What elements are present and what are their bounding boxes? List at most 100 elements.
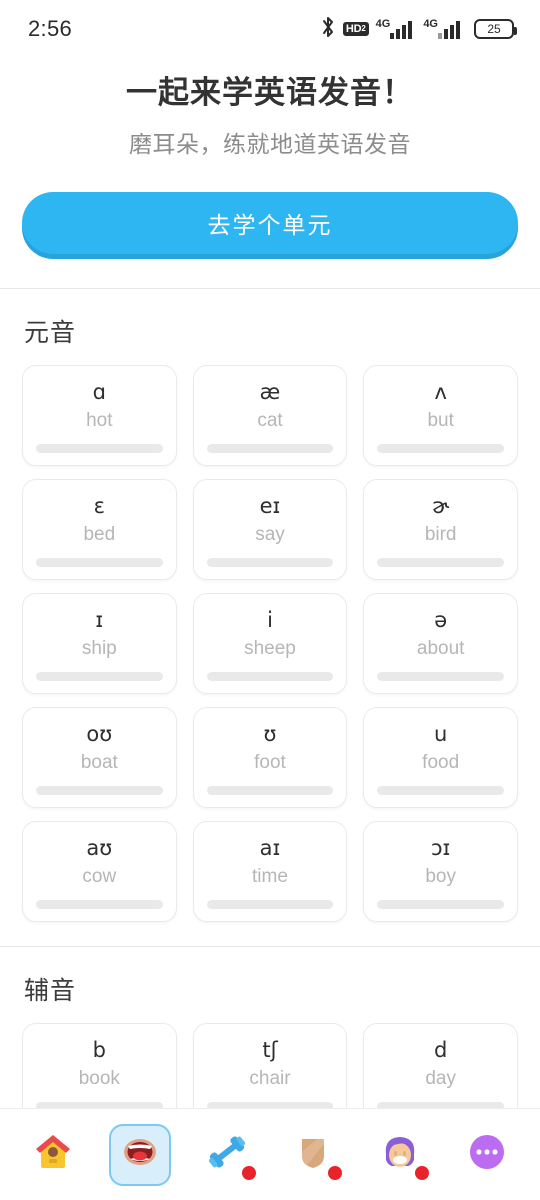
bottom-navigation (0, 1108, 540, 1200)
bluetooth-icon (320, 16, 336, 43)
phoneme-progress-bar (206, 900, 334, 909)
nav-phonics[interactable] (108, 1123, 171, 1186)
phoneme-progress-bar (206, 1102, 334, 1108)
phoneme-example-word: but (427, 410, 454, 431)
phoneme-progress-bar (206, 672, 334, 681)
phoneme-example-word: cow (82, 866, 117, 887)
battery-icon: 25 (474, 19, 517, 39)
phoneme-progress-bar (377, 900, 504, 909)
phoneme-card[interactable]: ə about (363, 593, 518, 694)
phoneme-card[interactable]: tʃ chair (192, 1023, 348, 1108)
phoneme-card[interactable]: ʊ foot (192, 707, 348, 808)
phoneme-example-word: book (78, 1068, 120, 1089)
phoneme-card[interactable]: i sheep (192, 593, 348, 694)
phoneme-example-word: time (252, 866, 288, 887)
consonants-grid: b book tʃ chair d day (22, 1023, 518, 1108)
signal-icon-2: 4G (423, 19, 464, 39)
phoneme-card[interactable]: ɔɪ boy (363, 821, 518, 922)
page-title: 一起来学英语发音！ (126, 75, 414, 110)
content-scroll-area[interactable]: 一起来学英语发音！ 磨耳朵，练就地道英语发音 去学个单元 元音 ɑ hot æ cat… (0, 58, 540, 1108)
phoneme-example-word: foot (254, 752, 286, 773)
phoneme-example-word: about (416, 638, 465, 659)
phoneme-symbol: ʊ (263, 722, 277, 746)
nav-practice[interactable] (196, 1124, 258, 1186)
phoneme-example-word: hot (86, 410, 113, 431)
status-bar: 2:56 HD 2 4G 4G 25 (0, 0, 540, 58)
vowels-grid: ɑ hot æ cat ʌ but ɛ bed eɪ say ɚ bird ɪ ship i sheep ə ab… (22, 365, 518, 922)
start-unit-button[interactable]: 去学个单元 (22, 192, 518, 254)
phoneme-progress-bar (377, 672, 504, 681)
avatar-icon (380, 1132, 420, 1177)
phoneme-progress-bar (206, 444, 334, 453)
more-dots-icon (467, 1132, 507, 1177)
nav-library[interactable] (282, 1124, 344, 1186)
signal-icon-1: 4G (376, 19, 417, 39)
nav-profile[interactable] (369, 1124, 431, 1186)
phoneme-example-word: boat (80, 752, 118, 773)
phoneme-symbol: u (434, 722, 448, 746)
phoneme-example-word: day (425, 1068, 456, 1089)
phoneme-card[interactable]: d day (363, 1023, 518, 1108)
phoneme-progress-bar (36, 786, 163, 795)
phoneme-card[interactable]: b book (22, 1023, 177, 1108)
phoneme-symbol: ʌ (434, 380, 447, 404)
phoneme-card[interactable]: aɪ time (192, 821, 348, 922)
phoneme-symbol: i (267, 608, 273, 632)
phoneme-progress-bar (377, 786, 504, 795)
phoneme-symbol: ə (434, 608, 448, 632)
phoneme-progress-bar (377, 444, 504, 453)
cta-wrapper: 去学个单元 (0, 160, 540, 254)
nav-more[interactable] (456, 1124, 518, 1186)
phoneme-symbol: tʃ (262, 1038, 278, 1062)
phoneme-card[interactable]: ɚ bird (363, 479, 518, 580)
page-subtitle: 磨耳朵，练就地道英语发音 (129, 131, 411, 157)
notification-badge (414, 1165, 429, 1180)
phoneme-example-word: bird (424, 524, 457, 545)
phoneme-card[interactable]: oʊ boat (22, 707, 177, 808)
phoneme-symbol: aɪ (259, 836, 281, 860)
phoneme-symbol: b (92, 1038, 106, 1062)
phoneme-symbol: eɪ (259, 494, 281, 518)
phoneme-card[interactable]: ɪ ship (22, 593, 177, 694)
phoneme-card[interactable]: ʌ but (363, 365, 518, 466)
notification-badge (328, 1165, 343, 1180)
phoneme-progress-bar (36, 672, 163, 681)
phoneme-example-word: sheep (244, 638, 296, 659)
consonants-section-title: 辅音 (24, 977, 77, 1005)
phoneme-symbol: oʊ (86, 722, 113, 746)
phoneme-card[interactable]: ɛ bed (22, 479, 177, 580)
birdhouse-icon (33, 1132, 73, 1177)
phoneme-symbol: ɚ (432, 494, 450, 518)
phoneme-progress-bar (377, 1102, 504, 1108)
phoneme-progress-bar (36, 900, 163, 909)
phoneme-example-word: ship (81, 638, 117, 659)
phoneme-example-word: food (422, 752, 460, 773)
status-time: 2:56 (28, 16, 73, 41)
hero-section: 一起来学英语发音！ 磨耳朵，练就地道英语发音 (0, 58, 540, 160)
phoneme-card[interactable]: aʊ cow (22, 821, 177, 922)
consonants-section: 辅音 b book tʃ chair d day (0, 947, 540, 1108)
phoneme-symbol: æ (259, 380, 281, 404)
phoneme-progress-bar (377, 558, 504, 567)
phoneme-progress-bar (36, 1102, 163, 1108)
shield-icon (293, 1132, 333, 1177)
hd-voice-icon: HD 2 (342, 22, 369, 36)
phoneme-example-word: boy (425, 866, 456, 887)
phoneme-progress-bar (36, 558, 163, 567)
vowels-section: 元音 ɑ hot æ cat ʌ but ɛ bed eɪ say ɚ bird ɪ ship i sheep… (0, 289, 540, 922)
phoneme-card[interactable]: u food (363, 707, 518, 808)
vowels-section-title: 元音 (24, 319, 77, 347)
phoneme-example-word: cat (257, 410, 283, 431)
dumbbell-icon (207, 1132, 247, 1177)
phoneme-symbol: aʊ (86, 836, 113, 860)
phoneme-progress-bar (206, 558, 334, 567)
phoneme-symbol: ɛ (93, 494, 105, 518)
phoneme-symbol: d (433, 1038, 448, 1062)
phoneme-card[interactable]: æ cat (192, 365, 348, 466)
phoneme-example-word: chair (249, 1068, 291, 1089)
phoneme-card[interactable]: ɑ hot (22, 365, 177, 466)
nav-home[interactable] (22, 1124, 84, 1186)
phoneme-example-word: bed (83, 524, 116, 545)
phoneme-progress-bar (36, 444, 163, 453)
phoneme-card[interactable]: eɪ say (192, 479, 348, 580)
